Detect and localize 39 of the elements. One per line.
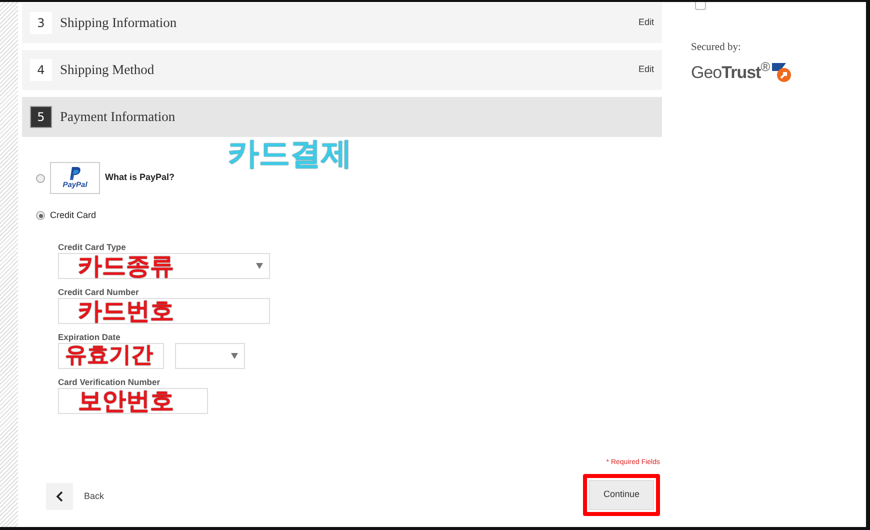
payment-option-label[interactable]: Credit Card: [50, 209, 96, 222]
annotation-text: 카드결제: [228, 139, 352, 170]
back-button[interactable]: [46, 483, 73, 510]
field-label: Expiration Date: [58, 332, 122, 342]
step-header[interactable]: 4 Shipping Method Edit: [22, 50, 662, 90]
radio-button[interactable]: [36, 174, 45, 182]
back-link[interactable]: Back: [84, 490, 104, 504]
step-title: Shipping Method: [60, 60, 154, 79]
edit-link[interactable]: Edit: [638, 63, 654, 77]
edit-link[interactable]: Edit: [638, 16, 654, 30]
select-field[interactable]: [175, 342, 245, 368]
step-title: Payment Information: [60, 108, 176, 126]
secured-label: Secured by:: [691, 41, 742, 55]
annotation-text: 카드번호: [78, 298, 174, 322]
annotation-text: 유효기간: [65, 344, 153, 368]
field-label: Credit Card Type: [58, 242, 127, 252]
geotrust-logo-text: GeoTrust$^{®}$: [691, 60, 770, 84]
step-number: 3: [30, 12, 52, 34]
step-title: Shipping Information: [60, 14, 177, 32]
seal-icon: [772, 63, 792, 82]
caret-icon: [231, 352, 238, 358]
input-field[interactable]: 보안번호: [58, 388, 208, 414]
select-field[interactable]: 카드종류: [58, 252, 270, 278]
field-label: Card Verification Number: [58, 376, 162, 388]
annotation-text: 카드종류: [78, 254, 174, 278]
step-header[interactable]: 3 Shipping Information Edit: [22, 3, 662, 43]
chevron-left-icon: [56, 491, 63, 502]
checkbox[interactable]: [695, 2, 706, 10]
input-field[interactable]: 카드번호: [58, 298, 270, 324]
step-header[interactable]: 5 Payment Information: [22, 97, 662, 137]
caret-icon: [256, 262, 263, 268]
field-label: Credit Card Number: [58, 286, 140, 298]
radio-button[interactable]: [36, 211, 45, 220]
select-field[interactable]: 유효기간: [58, 342, 164, 368]
continue-button[interactable]: Continue: [589, 480, 654, 510]
step-number: 4: [30, 59, 52, 81]
annotation-text: 보안번호: [78, 388, 174, 412]
step-number: 5: [30, 106, 52, 128]
paypal-info-link[interactable]: What is PayPal?: [105, 171, 175, 185]
